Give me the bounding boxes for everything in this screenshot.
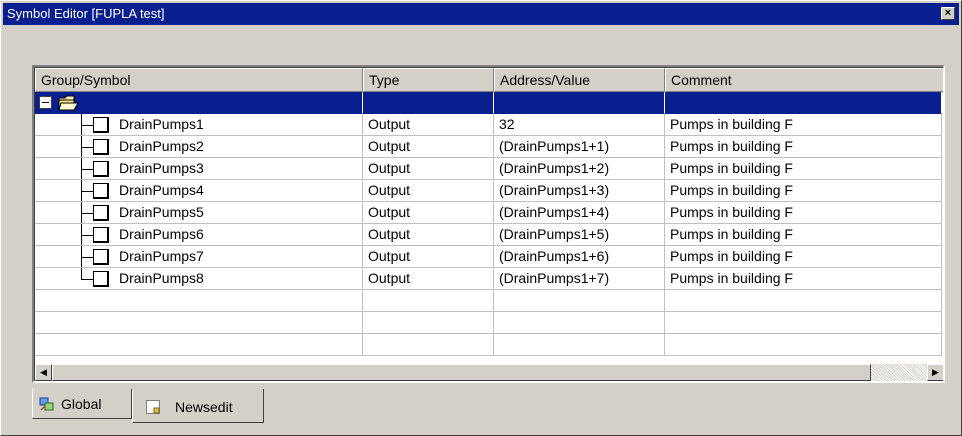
symbol-type: Output (363, 268, 494, 290)
scroll-thumb[interactable] (52, 364, 871, 381)
symbol-icon (93, 227, 109, 243)
collapse-icon[interactable] (39, 96, 52, 109)
symbol-address: (DrainPumps1+2) (494, 158, 665, 180)
horizontal-scrollbar[interactable]: ◀ ▶ (35, 364, 943, 381)
symbol-name: DrainPumps5 (119, 204, 204, 220)
table-row[interactable]: DrainPumps1 Output 32 Pumps in building … (35, 114, 942, 136)
symbol-address: (DrainPumps1+4) (494, 202, 665, 224)
table-row[interactable]: DrainPumps4 Output (DrainPumps1+3) Pumps… (35, 180, 942, 202)
symbol-name: DrainPumps2 (119, 138, 204, 154)
symbol-address: (DrainPumps1+7) (494, 268, 665, 290)
symbol-icon (93, 117, 109, 133)
symbol-grid: Group/Symbol Type Address/Value Comment (32, 65, 945, 383)
symbol-type: Output (363, 114, 494, 136)
symbol-editor-window: Symbol Editor [FUPLA test] × Group/Symbo… (0, 0, 962, 436)
scroll-right-button[interactable]: ▶ (927, 364, 943, 381)
close-button[interactable]: × (941, 7, 955, 20)
arrow-right-icon: ▶ (932, 367, 939, 377)
root-group-row[interactable] (35, 92, 942, 114)
scroll-left-button[interactable]: ◀ (35, 364, 52, 381)
symbol-type: Output (363, 180, 494, 202)
table-row[interactable]: DrainPumps3 Output (DrainPumps1+2) Pumps… (35, 158, 942, 180)
symbol-type: Output (363, 158, 494, 180)
table-row[interactable]: DrainPumps7 Output (DrainPumps1+6) Pumps… (35, 246, 942, 268)
symbol-address: (DrainPumps1+3) (494, 180, 665, 202)
symbol-comment: Pumps in building F (665, 246, 942, 268)
symbol-icon (93, 139, 109, 155)
symbol-icon (93, 271, 109, 287)
column-header-group-symbol[interactable]: Group/Symbol (35, 68, 363, 92)
symbol-comment: Pumps in building F (665, 202, 942, 224)
symbol-comment: Pumps in building F (665, 158, 942, 180)
symbol-address: (DrainPumps1+5) (494, 224, 665, 246)
symbol-address: (DrainPumps1+1) (494, 136, 665, 158)
symbol-type: Output (363, 246, 494, 268)
column-header-comment[interactable]: Comment (665, 68, 943, 92)
table-row[interactable]: DrainPumps6 Output (DrainPumps1+5) Pumps… (35, 224, 942, 246)
column-header-type[interactable]: Type (363, 68, 494, 92)
document-icon (146, 400, 160, 414)
empty-row[interactable] (35, 290, 942, 312)
symbol-type: Output (363, 202, 494, 224)
symbol-name: DrainPumps3 (119, 160, 204, 176)
empty-row[interactable] (35, 334, 942, 356)
column-header-address-value[interactable]: Address/Value (494, 68, 665, 92)
symbol-type: Output (363, 136, 494, 158)
table-row[interactable]: DrainPumps2 Output (DrainPumps1+1) Pumps… (35, 136, 942, 158)
scroll-track[interactable] (871, 364, 927, 381)
arrow-left-icon: ◀ (40, 367, 47, 377)
symbol-name: DrainPumps8 (119, 270, 204, 286)
symbol-name: DrainPumps1 (119, 116, 204, 132)
symbol-comment: Pumps in building F (665, 268, 942, 290)
symbol-comment: Pumps in building F (665, 224, 942, 246)
symbol-type: Output (363, 224, 494, 246)
table-row[interactable]: DrainPumps8 Output (DrainPumps1+7) Pumps… (35, 268, 942, 290)
tab-global[interactable]: Global (32, 389, 132, 419)
global-symbols-icon (39, 397, 54, 411)
title-bar[interactable]: Symbol Editor [FUPLA test] × (3, 3, 959, 25)
folder-open-icon (58, 95, 79, 111)
symbol-comment: Pumps in building F (665, 114, 942, 136)
tab-strip: Global Newsedit (32, 389, 292, 425)
symbol-icon (93, 161, 109, 177)
symbol-address: (DrainPumps1+6) (494, 246, 665, 268)
table-row[interactable]: DrainPumps5 Output (DrainPumps1+4) Pumps… (35, 202, 942, 224)
symbol-icon (93, 183, 109, 199)
tab-newsedit[interactable]: Newsedit (132, 389, 264, 423)
window-title: Symbol Editor [FUPLA test] (7, 6, 165, 21)
symbol-icon (93, 205, 109, 221)
symbol-icon (93, 249, 109, 265)
empty-row[interactable] (35, 312, 942, 334)
symbol-comment: Pumps in building F (665, 180, 942, 202)
symbol-address: 32 (494, 114, 665, 136)
symbol-name: DrainPumps7 (119, 248, 204, 264)
symbol-name: DrainPumps4 (119, 182, 204, 198)
tab-newsedit-label: Newsedit (175, 399, 233, 415)
close-icon: × (944, 7, 952, 19)
symbol-name: DrainPumps6 (119, 226, 204, 242)
symbol-comment: Pumps in building F (665, 136, 942, 158)
tab-global-label: Global (61, 396, 102, 412)
